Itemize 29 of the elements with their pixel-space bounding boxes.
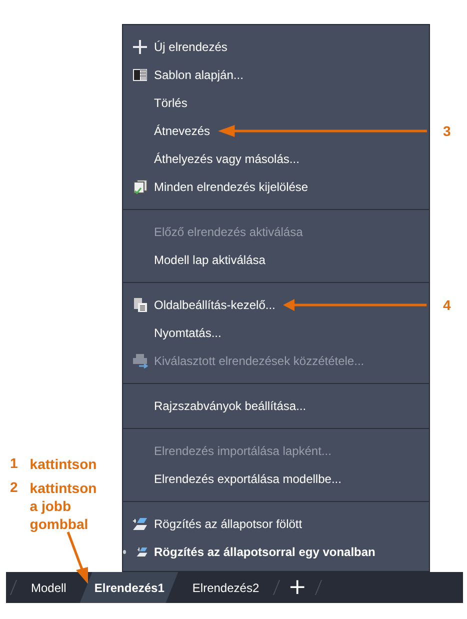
- layout-tab[interactable]: Elrendezés2: [178, 572, 274, 603]
- callout-number: 3: [443, 123, 451, 139]
- grid-icon: [132, 67, 148, 83]
- menu-item[interactable]: Modell lap aktiválása: [154, 253, 266, 267]
- menu-item[interactable]: Nyomtatás...: [154, 326, 222, 340]
- callout-number: 4: [443, 297, 451, 313]
- menu-item[interactable]: Minden elrendezés kijelölése: [154, 180, 308, 194]
- menu-item[interactable]: Rögzítés az állapotsor fölött: [154, 517, 302, 531]
- plus-icon: [132, 39, 148, 55]
- menu-item[interactable]: Sablon alapján...: [154, 68, 244, 82]
- layout-tab[interactable]: Modell: [17, 572, 80, 603]
- step-text: kattintson a jobb gombbal: [30, 479, 98, 533]
- dock-icon: [132, 516, 148, 532]
- add-tab-button[interactable]: +: [280, 576, 315, 598]
- menu-item[interactable]: Elrendezés exportálása modellbe...: [154, 472, 342, 486]
- menu-item[interactable]: Áthelyezés vagy másolás...: [154, 152, 300, 166]
- page-icon: [132, 297, 148, 313]
- step-text: kattintson: [30, 455, 98, 473]
- menu-item[interactable]: Rögzítés az állapotsorral egy vonalban: [154, 545, 376, 559]
- step-number: 2: [10, 479, 18, 497]
- printer-icon: [132, 353, 148, 369]
- menu-item[interactable]: Oldalbeállítás-kezelő...: [154, 298, 276, 312]
- pages-icon: [132, 179, 148, 195]
- layout-tab[interactable]: Elrendezés1: [80, 572, 178, 603]
- menu-item[interactable]: Átnevezés: [154, 124, 210, 138]
- menu-item[interactable]: Rajzszabványok beállítása...: [154, 399, 306, 413]
- menu-item[interactable]: Új elrendezés: [154, 40, 228, 54]
- menu-item[interactable]: Törlés: [154, 96, 188, 110]
- step-number: 1: [10, 455, 18, 473]
